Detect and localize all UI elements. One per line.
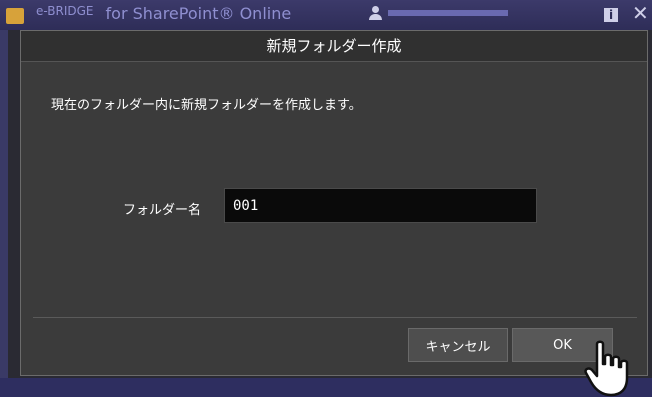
app-header-bar: e-BRIDGE for SharePoint® Online i ✕ — [0, 0, 652, 30]
background-left-strip — [0, 30, 8, 378]
dialog-divider — [33, 317, 637, 318]
new-folder-dialog: 新規フォルダー作成 現在のフォルダー内に新規フォルダーを作成します。 フォルダー… — [20, 30, 648, 376]
app-title: e-BRIDGE for SharePoint® Online — [36, 4, 291, 23]
hand-cursor-icon — [584, 340, 629, 397]
info-icon[interactable]: i — [604, 8, 618, 22]
dialog-message: 現在のフォルダー内に新規フォルダーを作成します。 — [51, 98, 362, 113]
folder-name-label: フォルダー名 — [123, 203, 202, 218]
app-title-small: e-BRIDGE — [36, 4, 94, 18]
folder-name-input[interactable] — [224, 188, 537, 223]
user-name-redacted — [388, 10, 508, 16]
background-bottom-strip — [0, 378, 652, 397]
dialog-title: 新規フォルダー作成 — [21, 31, 647, 62]
user-icon[interactable] — [368, 6, 382, 20]
cancel-button[interactable]: キャンセル — [408, 328, 508, 362]
app-logo-icon — [6, 8, 24, 24]
close-icon[interactable]: ✕ — [632, 3, 649, 23]
app-title-main: for SharePoint® Online — [105, 4, 292, 23]
